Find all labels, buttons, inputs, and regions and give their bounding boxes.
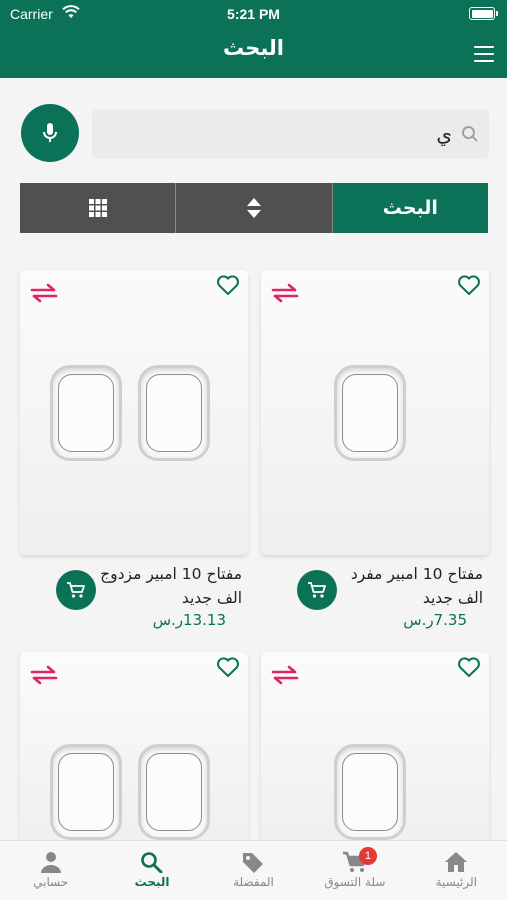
product-card[interactable]	[20, 270, 248, 555]
tab-label: سلة التسوق	[324, 875, 386, 889]
search-icon	[141, 852, 163, 873]
product-price: 7.35ر.س	[403, 611, 467, 629]
top-bar: Carrier 5:21 PM البحث	[0, 0, 507, 78]
product-info: مفتاح 10 امبير مفرد الف جديد 7.35ر.س	[261, 562, 489, 634]
compare-icon[interactable]	[30, 664, 58, 690]
product-image	[261, 270, 489, 555]
add-to-cart-button[interactable]	[297, 570, 337, 610]
tag-icon	[243, 853, 264, 873]
results-toolbar: البحث	[20, 183, 488, 233]
battery-icon	[469, 7, 498, 20]
cart-icon	[67, 582, 85, 598]
tab-account[interactable]: حسابي	[0, 841, 101, 900]
search-input[interactable]	[102, 109, 452, 159]
page-title: البحث	[222, 36, 285, 60]
heart-icon[interactable]	[457, 656, 481, 682]
tab-label: حسابي	[33, 875, 69, 889]
tab-label: المفضلة	[233, 875, 274, 889]
microphone-icon	[43, 123, 57, 142]
heart-icon[interactable]	[216, 656, 240, 682]
heart-icon[interactable]	[216, 274, 240, 300]
product-name[interactable]: مفتاح 10 امبير مفرد الف جديد	[333, 562, 483, 610]
add-to-cart-button[interactable]	[56, 570, 96, 610]
cart-badge: 1	[358, 847, 377, 865]
bottom-tab-bar: الرئيسية 1 سلة التسوق المفضلة البحث حساب…	[0, 840, 507, 900]
compare-icon[interactable]	[271, 282, 299, 308]
person-icon	[40, 852, 61, 873]
voice-search-button[interactable]	[21, 104, 79, 162]
search-submit-button[interactable]: البحث	[331, 183, 488, 233]
product-price: 13.13ر.س	[152, 611, 226, 629]
compare-icon[interactable]	[30, 282, 58, 308]
tab-label: الرئيسية	[435, 875, 477, 889]
product-card[interactable]	[261, 652, 489, 852]
sort-button[interactable]	[175, 183, 332, 233]
tab-favorites[interactable]: المفضلة	[203, 841, 304, 900]
status-bar: Carrier 5:21 PM	[0, 0, 507, 28]
product-card[interactable]	[261, 270, 489, 555]
grid-view-button[interactable]	[20, 183, 176, 233]
search-icon	[461, 125, 479, 147]
cart-icon	[308, 582, 326, 598]
grid-icon	[88, 199, 107, 217]
product-card[interactable]	[20, 652, 248, 852]
sort-icon	[246, 198, 261, 218]
menu-icon[interactable]	[474, 46, 494, 62]
search-box[interactable]	[92, 109, 489, 159]
product-name[interactable]: مفتاح 10 امبير مزدوج الف جديد	[92, 562, 242, 610]
clock: 5:21 PM	[227, 6, 280, 22]
tab-search[interactable]: البحث	[101, 841, 202, 900]
compare-icon[interactable]	[271, 664, 299, 690]
tab-cart[interactable]: 1 سلة التسوق	[304, 841, 405, 900]
tab-home[interactable]: الرئيسية	[406, 841, 507, 900]
tab-label: البحث	[134, 875, 170, 889]
product-image	[20, 270, 248, 555]
heart-icon[interactable]	[457, 274, 481, 300]
product-info: مفتاح 10 امبير مزدوج الف جديد 13.13ر.س	[20, 562, 248, 634]
home-icon	[445, 852, 468, 872]
